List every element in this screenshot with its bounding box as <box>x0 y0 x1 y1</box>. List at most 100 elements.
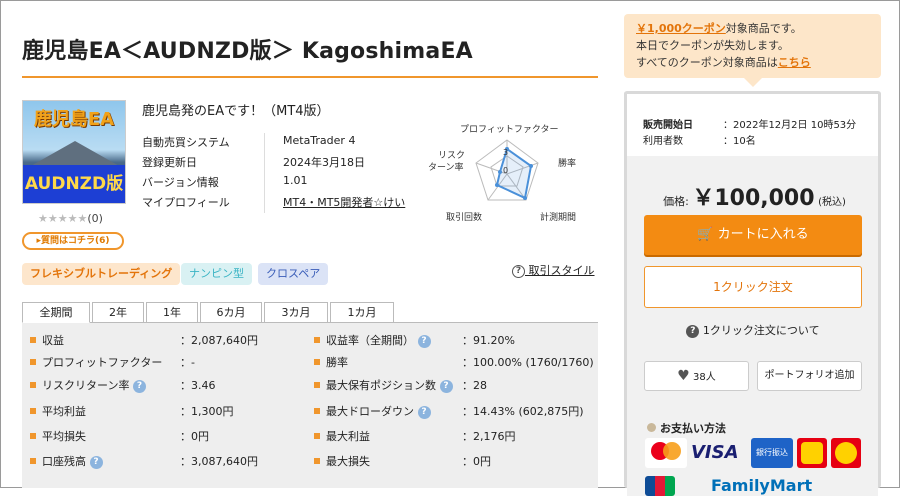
tab-6-months[interactable]: 6カ月 <box>200 302 262 323</box>
tag-flexible-trading[interactable]: フレキシブルトレーディング <box>22 263 181 285</box>
stat-value: ：2,087,640円 <box>180 334 258 347</box>
tab-2-years[interactable]: 2年 <box>92 302 144 323</box>
stat-label: 最大損失 <box>326 455 370 468</box>
purchase-area: 価格: ￥100,000 (税込) 🛒 カートに入れる 1クリック注文 ? 1ク… <box>627 156 878 496</box>
thumbnail-pair: AUDNZD版 <box>23 165 125 203</box>
add-to-cart-button[interactable]: 🛒 カートに入れる <box>644 215 862 255</box>
help-icon[interactable]: ? <box>417 334 431 348</box>
stat-label: 収益 <box>42 334 64 347</box>
coupon-line-1: 対象商品です。 <box>725 22 802 35</box>
stat-value: ：1,300円 <box>180 405 234 418</box>
mastercard-icon <box>645 438 687 468</box>
paypay-icon <box>797 438 827 468</box>
jcb-icon <box>645 476 675 496</box>
bullet-icon <box>647 423 656 432</box>
help-icon[interactable]: ? <box>439 379 453 393</box>
performance-radar-chart: プロフィットファクター 勝率 計測期間 取引回数 リスク ターン率 3 0 <box>412 118 602 228</box>
stat-value: ：100.00% (1760/1760) <box>462 356 594 369</box>
trade-style-link[interactable]: ? 取引スタイル <box>512 262 595 278</box>
payment-methods-title: お支払い方法 <box>647 420 726 436</box>
radar-point <box>495 183 499 187</box>
mastercard-svg <box>651 442 681 460</box>
users-row: 利用者数 ：10名 <box>643 132 756 147</box>
radar-label-period: 計測期間 <box>540 213 577 223</box>
one-click-order-button[interactable]: 1クリック注文 <box>644 266 862 308</box>
product-title: 鹿児島EA＜AUDNZD版＞ KagoshimaEA <box>22 39 473 64</box>
info-value: 1.01 <box>283 174 308 187</box>
radar-label-pf: プロフィットファクター <box>460 125 559 135</box>
one-click-about-label: 1クリック注文について <box>702 324 820 337</box>
stat-value: ：14.43% (602,875円) <box>462 405 584 418</box>
users-value: ：10名 <box>723 136 756 147</box>
radar-point <box>523 196 527 200</box>
info-key: バージョン情報 <box>142 176 219 189</box>
sale-start-value: ：2022年12月2日 10時53分 <box>723 120 857 131</box>
coupon-notice: ￥1,000クーポン対象商品です。 本日でクーポンが失効します。 すべてのクーポ… <box>624 14 881 78</box>
star-icons: ★★★★★ <box>38 212 88 225</box>
stat-value: ：0円 <box>180 430 209 443</box>
cart-icon: 🛒 <box>697 227 714 242</box>
thumbnail-title: 鹿児島EA <box>33 109 115 130</box>
title-divider <box>22 76 598 78</box>
price-label: 価格: <box>663 195 689 208</box>
stat-label: 最大ドローダウン <box>326 405 414 418</box>
info-key: マイプロフィール <box>142 196 230 209</box>
price-tax: (税込) <box>818 197 846 208</box>
trade-style-label: 取引スタイル <box>528 264 595 277</box>
payment-title-label: お支払い方法 <box>660 422 726 435</box>
one-click-about-link[interactable]: ? 1クリック注文について <box>644 322 862 338</box>
tab-3-months[interactable]: 3カ月 <box>264 302 328 323</box>
stat-label: 平均損失 <box>42 430 86 443</box>
stat-label: 平均利益 <box>42 405 86 418</box>
purchase-panel: 販売開始日 ：2022年12月2日 10時53分 利用者数 ：10名 価格: ￥10… <box>624 91 881 496</box>
coupon-line-3: すべてのクーポン対象商品は <box>636 56 778 69</box>
help-icon[interactable]: ? <box>89 455 103 469</box>
stat-value: ：91.20% <box>462 334 515 347</box>
tab-all-period[interactable]: 全期間 <box>22 302 90 323</box>
radar-point <box>529 164 533 168</box>
coupon-amount-link[interactable]: ￥1,000クーポン <box>636 22 726 35</box>
visa-logo: VISA <box>691 442 739 463</box>
info-value: 2024年3月18日 <box>283 156 365 169</box>
familymart-logo: FamilyMart <box>711 476 813 495</box>
product-thumbnail[interactable]: 鹿児島EA AUDNZD版 <box>22 100 126 204</box>
rating-count: (0) <box>87 212 103 225</box>
developer-profile-link[interactable]: MT4・MT5開発者☆けい <box>283 194 405 210</box>
users-label: 利用者数 <box>643 136 683 147</box>
stats-table: 収益 ：2,087,640円 プロフィットファクター ：- リスクリターン率 ? ：3… <box>22 322 598 488</box>
sale-start-row: 販売開始日 ：2022年12月2日 10時53分 <box>643 116 856 131</box>
stat-label: 最大保有ポジション数 <box>326 379 436 392</box>
favorite-button[interactable]: ♥ 38人 <box>644 361 749 391</box>
add-portfolio-button[interactable]: ポートフォリオ追加 <box>757 361 862 391</box>
info-key: 登録更新日 <box>142 156 197 169</box>
favorite-count: 38人 <box>693 372 716 383</box>
product-subtitle: 鹿児島発のEAです！（MT4版） <box>142 104 330 119</box>
stat-value: ：0円 <box>462 455 491 468</box>
rating: ★★★★★(0) <box>38 212 103 225</box>
stat-value: ：28 <box>462 379 487 392</box>
question-icon: ? <box>512 264 525 278</box>
period-tabs: 全期間 2年 1年 6カ月 3カ月 1カ月 <box>22 302 598 323</box>
stat-label: プロフィットファクター <box>42 356 163 369</box>
mountain-graphic <box>29 141 121 167</box>
tag-cross-pair[interactable]: クロスペア <box>258 263 329 285</box>
price: 価格: ￥100,000 (税込) <box>647 180 862 212</box>
sale-start-label: 販売開始日 <box>643 120 693 131</box>
radar-label-win: 勝率 <box>558 159 577 169</box>
stat-value: ：2,176円 <box>462 430 516 443</box>
tag-nanpin[interactable]: ナンピン型 <box>181 263 252 285</box>
info-value: MetaTrader 4 <box>283 134 356 147</box>
help-icon[interactable]: ? <box>132 379 146 393</box>
coupon-here-link[interactable]: こちら <box>778 56 811 69</box>
tab-1-year[interactable]: 1年 <box>146 302 198 323</box>
stat-label: 収益率（全期間） <box>326 334 414 347</box>
coupon-pointer <box>744 78 762 87</box>
bank-transfer-logo: 銀行振込 <box>751 438 793 468</box>
question-button[interactable]: ▸質問はコチラ(6) <box>22 232 124 250</box>
radar-label-risk-2: ターン率 <box>428 163 464 173</box>
stat-label: リスクリターン率 <box>42 379 130 392</box>
tab-1-month[interactable]: 1カ月 <box>330 302 394 323</box>
help-icon[interactable]: ? <box>417 405 431 419</box>
cart-label: カートに入れる <box>717 227 809 242</box>
radar-label-trades: 取引回数 <box>446 213 483 223</box>
